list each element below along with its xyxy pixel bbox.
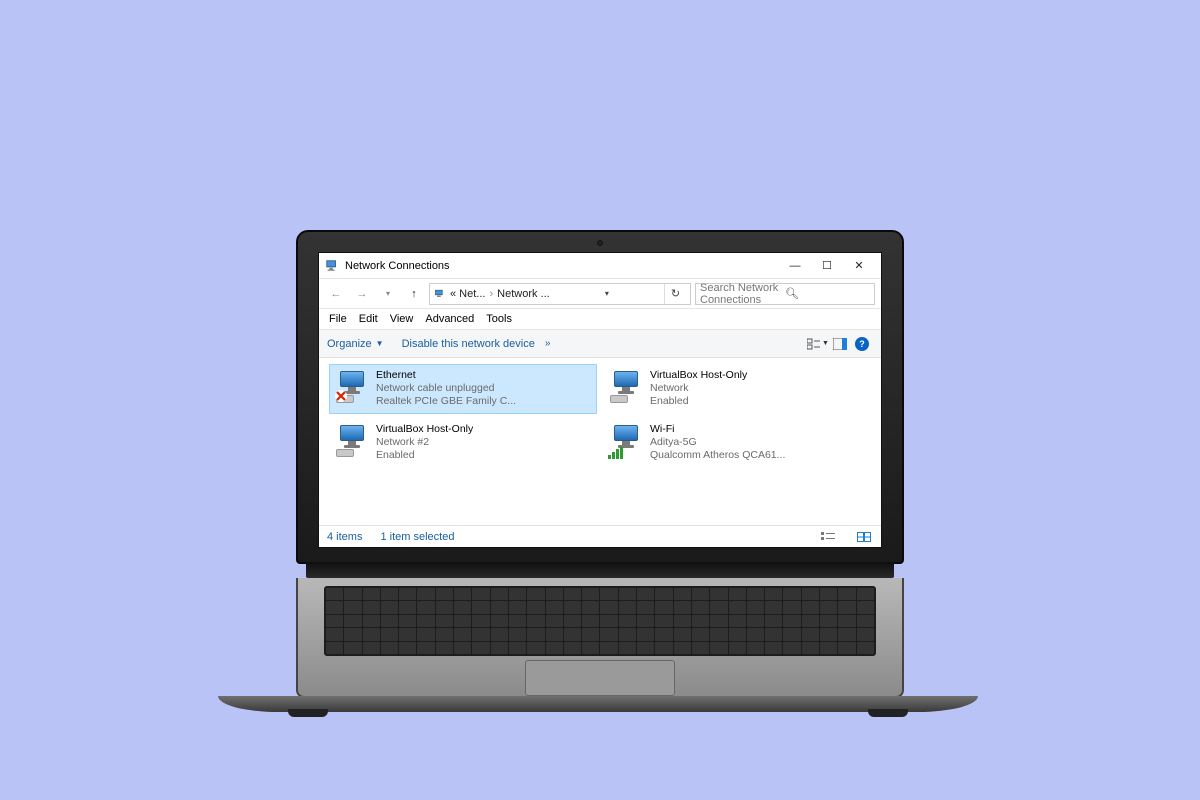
- disable-device-button[interactable]: Disable this network device: [402, 338, 535, 350]
- connection-item[interactable]: Wi-FiAditya-5GQualcomm Atheros QCA61...: [603, 418, 871, 468]
- menu-edit[interactable]: Edit: [359, 313, 378, 325]
- breadcrumb-1[interactable]: « Net...: [450, 288, 485, 300]
- connection-status: Aditya-5G: [650, 436, 785, 449]
- organize-button[interactable]: Organize▼: [327, 338, 384, 350]
- chevron-down-icon: ▼: [376, 339, 384, 348]
- addr-dropdown[interactable]: ▾: [596, 284, 618, 304]
- search-input[interactable]: Search Network Connections 🔍︎: [695, 283, 875, 305]
- menu-file[interactable]: File: [329, 313, 347, 325]
- connection-detail: Enabled: [376, 449, 473, 462]
- address-row: ← → ▾ ↑ « Net... › Network ... ▾ ↻ Searc…: [319, 279, 881, 309]
- connections-pane[interactable]: EthernetNetwork cable unpluggedRealtek P…: [319, 358, 881, 525]
- connection-status: Network: [650, 382, 747, 395]
- connection-item[interactable]: VirtualBox Host-OnlyNetwork #2Enabled: [329, 418, 597, 468]
- more-commands[interactable]: »: [545, 338, 551, 349]
- preview-pane-button[interactable]: [829, 334, 851, 354]
- status-bar: 4 items 1 item selected: [319, 525, 881, 547]
- laptop-frame: Network Connections — ☐ ✕ ← → ▾ ↑ « Net.…: [296, 230, 904, 719]
- connection-detail: Enabled: [650, 395, 747, 408]
- menu-view[interactable]: View: [390, 313, 414, 325]
- connection-item[interactable]: VirtualBox Host-OnlyNetworkEnabled: [603, 364, 871, 414]
- connection-detail: Qualcomm Atheros QCA61...: [650, 449, 785, 462]
- help-button[interactable]: ?: [851, 334, 873, 354]
- menu-advanced[interactable]: Advanced: [425, 313, 474, 325]
- view-options-button[interactable]: ▼: [807, 334, 829, 354]
- breadcrumb-sep: ›: [489, 288, 493, 300]
- window-title: Network Connections: [345, 260, 450, 272]
- menubar: File Edit View Advanced Tools: [319, 309, 881, 330]
- close-button[interactable]: ✕: [843, 255, 875, 277]
- network-connections-icon: [325, 259, 339, 273]
- large-icons-view-icon[interactable]: [855, 530, 873, 544]
- webcam: [597, 240, 603, 246]
- minimize-button[interactable]: —: [779, 255, 811, 277]
- adapter-icon: [334, 423, 370, 459]
- connection-status: Network cable unplugged: [376, 382, 516, 395]
- breadcrumb-2[interactable]: Network ...: [497, 288, 550, 300]
- up-button[interactable]: ↑: [403, 283, 425, 305]
- screen-bezel: Network Connections — ☐ ✕ ← → ▾ ↑ « Net.…: [296, 230, 904, 564]
- refresh-button[interactable]: ↻: [664, 284, 686, 304]
- back-button[interactable]: ←: [325, 283, 347, 305]
- maximize-button[interactable]: ☐: [811, 255, 843, 277]
- titlebar[interactable]: Network Connections — ☐ ✕: [319, 253, 881, 279]
- connection-name: VirtualBox Host-Only: [376, 423, 473, 436]
- menu-tools[interactable]: Tools: [486, 313, 512, 325]
- item-count: 4 items: [327, 531, 362, 543]
- screen: Network Connections — ☐ ✕ ← → ▾ ↑ « Net.…: [318, 252, 882, 548]
- adapter-icon: [608, 369, 644, 405]
- connection-name: Ethernet: [376, 369, 516, 382]
- connection-item[interactable]: EthernetNetwork cable unpluggedRealtek P…: [329, 364, 597, 414]
- connection-detail: Realtek PCIe GBE Family C...: [376, 395, 516, 408]
- recent-dropdown[interactable]: ▾: [377, 283, 399, 305]
- search-placeholder: Search Network Connections: [700, 282, 785, 306]
- connection-status: Network #2: [376, 436, 473, 449]
- connection-name: VirtualBox Host-Only: [650, 369, 747, 382]
- location-icon: [434, 288, 446, 300]
- forward-button[interactable]: →: [351, 283, 373, 305]
- connection-name: Wi-Fi: [650, 423, 785, 436]
- selection-count: 1 item selected: [380, 531, 454, 543]
- laptop-deck: [296, 562, 904, 698]
- command-bar: Organize▼ Disable this network device » …: [319, 330, 881, 358]
- address-bar[interactable]: « Net... › Network ... ▾ ↻: [429, 283, 691, 305]
- adapter-icon: [608, 423, 644, 459]
- search-icon: 🔍︎: [785, 287, 870, 300]
- details-view-icon[interactable]: [819, 530, 837, 544]
- adapter-icon: [334, 369, 370, 405]
